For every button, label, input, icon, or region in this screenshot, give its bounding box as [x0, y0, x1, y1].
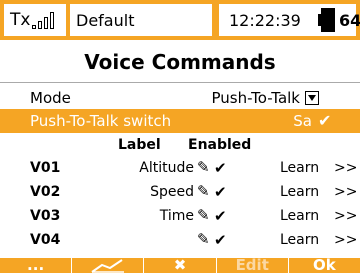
battery-percent: 64% — [339, 10, 360, 30]
checkmark-icon: ✔ — [318, 111, 332, 130]
ptt-switch-row[interactable]: Push-To-Talk switch Sa ✔ — [0, 109, 360, 133]
enabled-checkbox[interactable]: ✔ — [214, 159, 227, 177]
edit-pencil-icon[interactable]: ✎ — [197, 230, 210, 248]
chart-icon — [91, 259, 124, 273]
ok-button[interactable]: Ok — [289, 258, 360, 273]
more-button[interactable]: >> — [334, 208, 357, 224]
command-label[interactable]: Speed — [150, 184, 194, 200]
edit-button[interactable]: Edit — [217, 258, 289, 273]
tx-signal-indicator: Tx — [4, 4, 66, 36]
column-header-label: Label — [118, 137, 161, 153]
column-header-enabled: Enabled — [188, 137, 252, 153]
learn-button[interactable]: Learn — [280, 208, 319, 224]
close-icon: ✖ — [173, 258, 187, 273]
table-row: V03 Time ✎ ✔ Learn >> — [0, 204, 360, 228]
mode-value[interactable]: Push-To-Talk — [212, 89, 300, 107]
tx-label: Tx — [10, 10, 31, 30]
ptt-switch-label: Push-To-Talk switch — [30, 112, 172, 130]
menu-button[interactable]: ... — [0, 258, 73, 273]
delete-button[interactable]: ✖ — [144, 258, 217, 273]
enabled-checkbox[interactable]: ✔ — [214, 231, 227, 249]
graph-button[interactable] — [72, 258, 145, 273]
divider — [0, 82, 360, 83]
learn-button[interactable]: Learn — [280, 232, 319, 248]
more-button[interactable]: >> — [334, 160, 357, 176]
table-row: V02 Speed ✎ ✔ Learn >> — [0, 180, 360, 204]
signal-bars-icon — [32, 11, 55, 29]
command-label[interactable]: Time — [160, 208, 194, 224]
command-label[interactable]: Altitude — [139, 160, 194, 176]
dropdown-icon[interactable] — [305, 91, 319, 105]
page-title: Voice Commands — [84, 50, 276, 74]
table-row: V04 ✎ ✔ Learn >> — [0, 228, 360, 252]
edit-pencil-icon[interactable]: ✎ — [197, 206, 210, 224]
status-bar: Tx Default 12:22:39 64% — [0, 0, 360, 40]
edit-pencil-icon[interactable]: ✎ — [197, 158, 210, 176]
more-button[interactable]: >> — [334, 232, 357, 248]
model-name: Default — [70, 4, 212, 36]
learn-button[interactable]: Learn — [280, 160, 319, 176]
table-row: V01 Altitude ✎ ✔ Learn >> — [0, 156, 360, 180]
enabled-checkbox[interactable]: ✔ — [214, 183, 227, 201]
command-id: V02 — [30, 184, 61, 200]
ptt-switch-value[interactable]: Sa — [293, 112, 312, 130]
clock: 12:22:39 — [219, 4, 313, 36]
learn-button[interactable]: Learn — [280, 184, 319, 200]
mode-row[interactable]: Mode Push-To-Talk — [0, 86, 360, 110]
battery-fill — [321, 8, 335, 32]
function-key-bar: ... ✖ Edit Ok — [0, 258, 360, 273]
enabled-checkbox[interactable]: ✔ — [214, 207, 227, 225]
more-button[interactable]: >> — [334, 184, 357, 200]
mode-label: Mode — [30, 89, 71, 107]
command-id: V04 — [30, 232, 61, 248]
command-id: V03 — [30, 208, 61, 224]
edit-pencil-icon[interactable]: ✎ — [197, 182, 210, 200]
command-id: V01 — [30, 160, 61, 176]
